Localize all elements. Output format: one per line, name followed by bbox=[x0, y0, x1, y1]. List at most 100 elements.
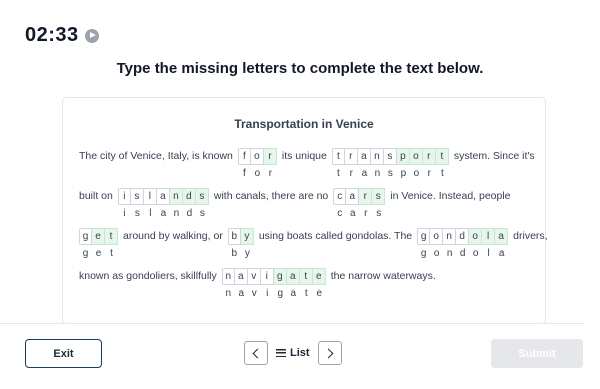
passage-text: with canals, there are no bbox=[213, 190, 329, 202]
letter-input[interactable]: t bbox=[435, 147, 449, 165]
hint-letter: r bbox=[427, 167, 432, 179]
passage-text: using boats called gondolas. The bbox=[258, 230, 413, 242]
hint-letter: t bbox=[336, 167, 340, 179]
given-letter: v bbox=[247, 267, 261, 285]
given-letter: c bbox=[333, 187, 347, 205]
given-letter: b bbox=[227, 227, 241, 245]
hint-letter: t bbox=[440, 167, 444, 179]
given-letter: i bbox=[117, 187, 131, 205]
hint-letter: e bbox=[95, 247, 102, 259]
word-hint: transport bbox=[332, 168, 449, 179]
word-hint: by bbox=[228, 248, 254, 259]
hint-letter: a bbox=[361, 167, 368, 179]
given-letter: g bbox=[79, 227, 92, 245]
submit-button[interactable]: Submit bbox=[491, 339, 583, 368]
letter-input[interactable]: a bbox=[495, 227, 509, 245]
list-button[interactable]: List bbox=[276, 347, 310, 359]
hint-letter: c bbox=[337, 207, 343, 219]
hint-letter: d bbox=[186, 207, 193, 219]
letter-input[interactable]: s bbox=[372, 187, 386, 205]
given-letter: l bbox=[143, 187, 157, 205]
word-hint: for bbox=[238, 168, 277, 179]
given-letter: r bbox=[344, 147, 358, 165]
word-blank: carscars bbox=[333, 187, 386, 219]
hint-letter: r bbox=[268, 167, 273, 179]
hint-letter: r bbox=[364, 207, 368, 219]
letter-input[interactable]: r bbox=[263, 147, 277, 165]
letter-input[interactable]: p bbox=[396, 147, 410, 165]
hint-letter: n bbox=[225, 287, 232, 299]
word-blank: navigatenavigate bbox=[221, 267, 326, 299]
letter-input[interactable]: e bbox=[92, 227, 105, 245]
passage-title: Transportation in Venice bbox=[234, 117, 374, 131]
letter-input[interactable]: l bbox=[482, 227, 496, 245]
given-letter: a bbox=[346, 187, 360, 205]
passage-text: around by walking, or bbox=[123, 230, 223, 242]
letter-input[interactable]: o bbox=[469, 227, 483, 245]
hint-letter: a bbox=[498, 247, 505, 259]
hint-letter: d bbox=[459, 247, 466, 259]
hint-letter: t bbox=[110, 247, 113, 259]
passage-text: in Venice. Instead, people bbox=[390, 190, 511, 202]
given-letter: n bbox=[443, 227, 457, 245]
hint-letter: s bbox=[376, 207, 382, 219]
passage-text: its unique bbox=[281, 150, 327, 162]
letter-input[interactable]: r bbox=[422, 147, 436, 165]
given-letter: o bbox=[250, 147, 264, 165]
given-letter: s bbox=[130, 187, 144, 205]
letter-input[interactable]: e bbox=[312, 267, 326, 285]
hint-letter: s bbox=[199, 207, 205, 219]
letter-input[interactable]: a bbox=[286, 267, 300, 285]
passage-card: Transportation in Venice The city of Ven… bbox=[62, 97, 548, 324]
passage-line: g e t g e t around by walking, or b y b y using boa… bbox=[79, 226, 548, 259]
hint-letter: o bbox=[254, 167, 261, 179]
timer: 02:33 bbox=[25, 24, 99, 47]
letter-input[interactable]: s bbox=[195, 187, 209, 205]
passage-text: the narrow waterways. bbox=[330, 270, 436, 282]
given-letter: s bbox=[383, 147, 397, 165]
previous-button[interactable] bbox=[244, 341, 268, 365]
letter-input[interactable]: r bbox=[359, 187, 373, 205]
passage-line: known as gondoliers, skillfully n a v i g a t e n… bbox=[79, 266, 535, 299]
hint-letter: a bbox=[290, 287, 297, 299]
hint-letter: l bbox=[149, 207, 152, 219]
hint-letter: a bbox=[160, 207, 167, 219]
word-hint: get bbox=[79, 248, 118, 259]
word-blank: getget bbox=[79, 227, 118, 259]
hint-letter: g bbox=[277, 287, 284, 299]
letter-input[interactable]: g bbox=[273, 267, 287, 285]
passage-line: The city of Venice, Italy, is known f o r f o… bbox=[79, 146, 535, 179]
footer-divider bbox=[0, 323, 584, 324]
hint-letter: g bbox=[420, 247, 427, 259]
hint-letter: v bbox=[251, 287, 257, 299]
given-letter: a bbox=[156, 187, 170, 205]
list-icon bbox=[276, 349, 286, 357]
given-letter: o bbox=[430, 227, 444, 245]
given-letter: f bbox=[237, 147, 251, 165]
given-letter: a bbox=[234, 267, 248, 285]
letter-input[interactable]: o bbox=[409, 147, 423, 165]
word-hint: cars bbox=[333, 208, 385, 219]
hint-letter: s bbox=[387, 167, 393, 179]
hint-letter: a bbox=[238, 287, 245, 299]
word-blank: islandsislands bbox=[117, 187, 209, 219]
given-letter: g bbox=[417, 227, 431, 245]
exit-button[interactable]: Exit bbox=[25, 339, 102, 368]
hint-letter: y bbox=[244, 247, 250, 259]
letter-input[interactable]: y bbox=[240, 227, 254, 245]
hint-letter: a bbox=[349, 207, 356, 219]
play-circle-icon[interactable] bbox=[84, 28, 99, 43]
letter-input[interactable]: n bbox=[169, 187, 183, 205]
question-navigation: List bbox=[244, 341, 342, 365]
given-letter: a bbox=[357, 147, 371, 165]
passage-text: The city of Venice, Italy, is known bbox=[79, 150, 233, 162]
letter-input[interactable]: t bbox=[105, 227, 118, 245]
letter-input[interactable]: d bbox=[182, 187, 196, 205]
hint-letter: t bbox=[304, 287, 308, 299]
chevron-right-icon bbox=[323, 348, 334, 358]
next-button[interactable] bbox=[317, 341, 342, 365]
hint-letter: n bbox=[374, 167, 381, 179]
letter-input[interactable]: t bbox=[299, 267, 313, 285]
word-blank: forfor bbox=[237, 147, 277, 179]
word-hint: islands bbox=[118, 208, 209, 219]
